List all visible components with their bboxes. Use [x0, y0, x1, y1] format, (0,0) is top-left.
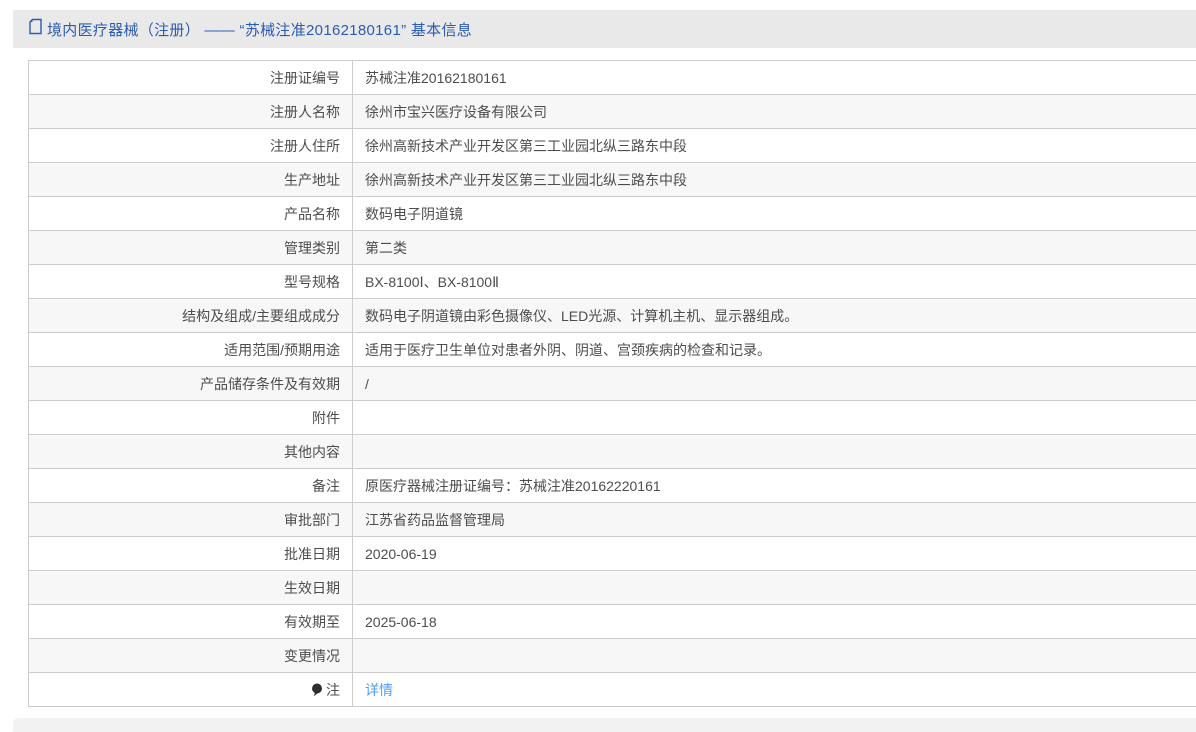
- row-label: 生效日期: [28, 570, 353, 605]
- row-value: 详情: [352, 672, 1196, 707]
- document-icon: [28, 18, 43, 40]
- details-link[interactable]: 详情: [365, 682, 393, 698]
- balloon-note-icon: [311, 683, 323, 700]
- row-value: 徐州高新技术产业开发区第三工业园北纵三路东中段: [352, 162, 1196, 197]
- row-value: 江苏省药品监督管理局: [352, 502, 1196, 537]
- table-row: 批准日期 2020-06-19: [28, 536, 1196, 571]
- row-value: BX-8100Ⅰ、BX-8100Ⅱ: [352, 264, 1196, 299]
- row-value: [352, 570, 1196, 605]
- table-row: 生产地址 徐州高新技术产业开发区第三工业园北纵三路东中段: [28, 162, 1196, 197]
- table-row: 管理类别 第二类: [28, 230, 1196, 265]
- row-label: 产品储存条件及有效期: [28, 366, 353, 401]
- row-label: 型号规格: [28, 264, 353, 299]
- row-label: 适用范围/预期用途: [28, 332, 353, 367]
- row-label: 生产地址: [28, 162, 353, 197]
- table-row: 型号规格 BX-8100Ⅰ、BX-8100Ⅱ: [28, 264, 1196, 299]
- row-label: 其他内容: [28, 434, 353, 469]
- table-row: 注册人名称 徐州市宝兴医疗设备有限公司: [28, 94, 1196, 129]
- row-value: 适用于医疗卫生单位对患者外阴、阴道、宫颈疾病的检查和记录。: [352, 332, 1196, 367]
- row-value: [352, 434, 1196, 469]
- table-row: 注册人住所 徐州高新技术产业开发区第三工业园北纵三路东中段: [28, 128, 1196, 163]
- table-row: 生效日期: [28, 570, 1196, 605]
- row-value: 徐州高新技术产业开发区第三工业园北纵三路东中段: [352, 128, 1196, 163]
- row-value: 2020-06-19: [352, 536, 1196, 571]
- row-label: 有效期至: [28, 604, 353, 639]
- info-table-container: 注册证编号 苏械注准20162180161 注册人名称 徐州市宝兴医疗设备有限公…: [28, 60, 1196, 707]
- row-label: 注册证编号: [28, 60, 353, 95]
- footer-bar: [13, 718, 1196, 732]
- row-value: 2025-06-18: [352, 604, 1196, 639]
- header-bar: 境内医疗器械（注册） —— “苏械注准20162180161” 基本信息: [13, 10, 1196, 48]
- row-label: 产品名称: [28, 196, 353, 231]
- table-row: 其他内容: [28, 434, 1196, 469]
- row-label: 审批部门: [28, 502, 353, 537]
- row-value: 数码电子阴道镜: [352, 196, 1196, 231]
- row-label: 注册人名称: [28, 94, 353, 129]
- page: 境内医疗器械（注册） —— “苏械注准20162180161” 基本信息 注册证…: [0, 0, 1196, 732]
- row-value: 数码电子阴道镜由彩色摄像仪、LED光源、计算机主机、显示器组成。: [352, 298, 1196, 333]
- row-label: 注: [28, 672, 353, 707]
- row-value: 第二类: [352, 230, 1196, 265]
- row-value: 苏械注准20162180161: [352, 60, 1196, 95]
- table-row: 产品储存条件及有效期 /: [28, 366, 1196, 401]
- info-table: 注册证编号 苏械注准20162180161 注册人名称 徐州市宝兴医疗设备有限公…: [28, 60, 1196, 707]
- table-row: 审批部门 江苏省药品监督管理局: [28, 502, 1196, 537]
- table-row: 注 详情: [28, 672, 1196, 707]
- page-title: 境内医疗器械（注册） —— “苏械注准20162180161” 基本信息: [47, 21, 473, 39]
- row-label: 变更情况: [28, 638, 353, 673]
- row-label: 批准日期: [28, 536, 353, 571]
- row-value: 徐州市宝兴医疗设备有限公司: [352, 94, 1196, 129]
- row-label: 注册人住所: [28, 128, 353, 163]
- table-row: 有效期至 2025-06-18: [28, 604, 1196, 639]
- row-value: [352, 400, 1196, 435]
- row-value: /: [352, 366, 1196, 401]
- table-row: 结构及组成/主要组成成分 数码电子阴道镜由彩色摄像仪、LED光源、计算机主机、显…: [28, 298, 1196, 333]
- row-label: 备注: [28, 468, 353, 503]
- row-value: [352, 638, 1196, 673]
- table-row: 产品名称 数码电子阴道镜: [28, 196, 1196, 231]
- table-row: 变更情况: [28, 638, 1196, 673]
- table-row: 备注 原医疗器械注册证编号：苏械注准20162220161: [28, 468, 1196, 503]
- row-label: 附件: [28, 400, 353, 435]
- row-value: 原医疗器械注册证编号：苏械注准20162220161: [352, 468, 1196, 503]
- table-row: 注册证编号 苏械注准20162180161: [28, 60, 1196, 95]
- row-label-text: 注: [326, 681, 340, 698]
- row-label: 结构及组成/主要组成成分: [28, 298, 353, 333]
- table-row: 适用范围/预期用途 适用于医疗卫生单位对患者外阴、阴道、宫颈疾病的检查和记录。: [28, 332, 1196, 367]
- table-row: 附件: [28, 400, 1196, 435]
- row-label: 管理类别: [28, 230, 353, 265]
